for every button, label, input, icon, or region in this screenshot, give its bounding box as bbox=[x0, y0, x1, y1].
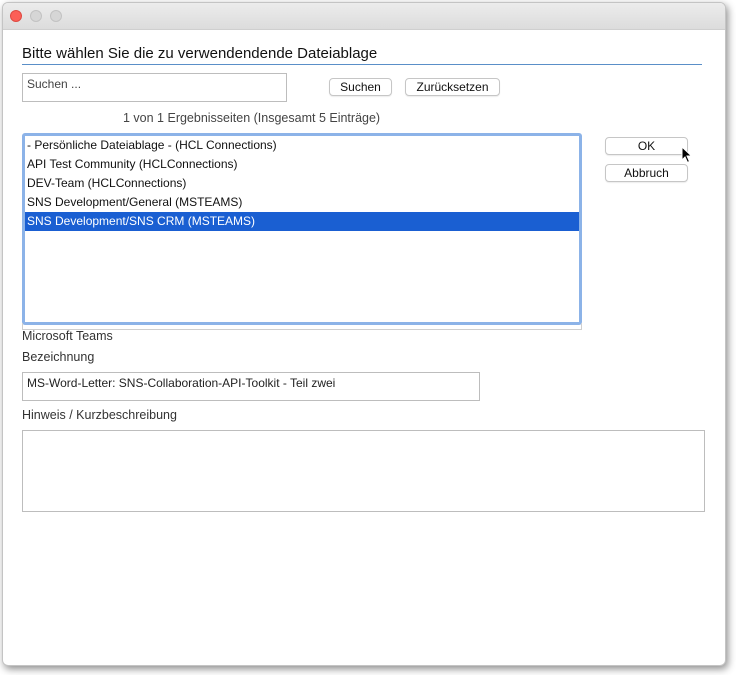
note-field[interactable] bbox=[22, 430, 705, 512]
name-field[interactable]: MS-Word-Letter: SNS-Collaboration-API-To… bbox=[22, 372, 480, 401]
search-button[interactable]: Suchen bbox=[329, 78, 392, 96]
storage-list[interactable]: - Persönliche Dateiablage - (HCL Connect… bbox=[22, 133, 582, 325]
search-input[interactable]: Suchen ... bbox=[22, 73, 287, 102]
list-item[interactable]: DEV-Team (HCLConnections) bbox=[25, 174, 579, 193]
minimize-window-icon[interactable] bbox=[30, 10, 42, 22]
list-item[interactable]: - Persönliche Dateiablage - (HCL Connect… bbox=[25, 136, 579, 155]
source-label: Microsoft Teams bbox=[22, 329, 113, 343]
cancel-button[interactable]: Abbruch bbox=[605, 164, 688, 182]
note-label: Hinweis / Kurzbeschreibung bbox=[22, 408, 177, 422]
dialog-window: Bitte wählen Sie die zu verwendendende D… bbox=[2, 2, 726, 666]
dialog-heading: Bitte wählen Sie die zu verwendendende D… bbox=[22, 45, 702, 65]
ok-button[interactable]: OK bbox=[605, 137, 688, 155]
reset-button[interactable]: Zurücksetzen bbox=[405, 78, 500, 96]
maximize-window-icon[interactable] bbox=[50, 10, 62, 22]
close-window-icon[interactable] bbox=[10, 10, 22, 22]
list-item[interactable]: SNS Development/General (MSTEAMS) bbox=[25, 193, 579, 212]
list-item-selected[interactable]: SNS Development/SNS CRM (MSTEAMS) bbox=[25, 212, 579, 231]
title-bar[interactable] bbox=[3, 3, 725, 30]
name-label: Bezeichnung bbox=[22, 350, 95, 364]
mouse-pointer-icon bbox=[681, 146, 693, 164]
search-placeholder: Suchen ... bbox=[27, 77, 82, 91]
pagination-status: 1 von 1 Ergebnisseiten (Insgesamt 5 Eint… bbox=[123, 111, 381, 125]
list-item[interactable]: API Test Community (HCLConnections) bbox=[25, 155, 579, 174]
